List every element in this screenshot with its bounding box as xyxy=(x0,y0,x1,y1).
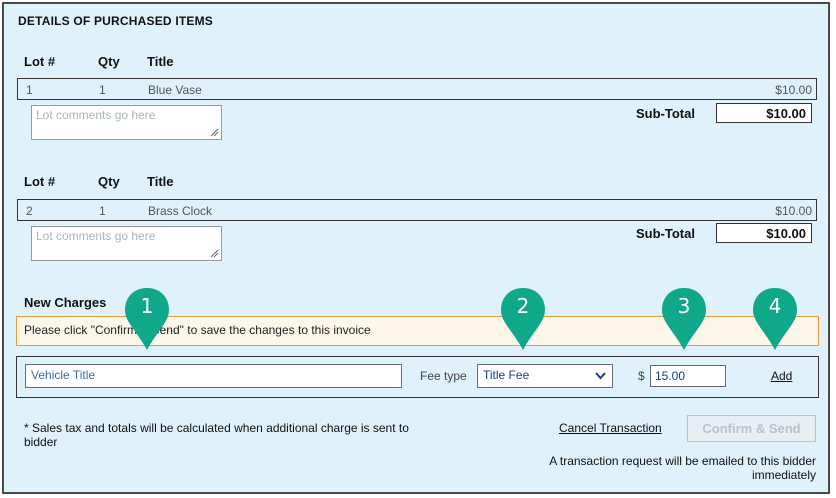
item-row: 1 1 Blue Vase $10.00 xyxy=(17,78,817,100)
column-header-lot: Lot # xyxy=(24,174,56,189)
callout-marker-3: 3 xyxy=(660,286,708,352)
callout-marker-4: 4 xyxy=(751,286,799,352)
resize-grip-icon[interactable] xyxy=(210,128,219,137)
email-note: A transaction request will be emailed to… xyxy=(549,454,816,482)
column-header-lot: Lot # xyxy=(24,54,56,69)
item-lot: 2 xyxy=(26,204,33,218)
column-header-title: Title xyxy=(147,174,174,189)
new-charges-heading: New Charges xyxy=(24,295,107,310)
item-price: $10.00 xyxy=(775,204,812,218)
lot-comment-field[interactable]: Lot comments go here xyxy=(31,226,222,261)
currency-symbol: $ xyxy=(638,369,645,383)
charge-amount-input[interactable]: 15.00 xyxy=(650,365,726,387)
confirm-send-button[interactable]: Confirm & Send xyxy=(687,415,816,442)
item-price: $10.00 xyxy=(775,83,812,97)
section-title: DETAILS OF PURCHASED ITEMS xyxy=(18,14,213,28)
item-qty: 1 xyxy=(99,204,106,218)
item-lot: 1 xyxy=(26,83,33,97)
tax-note: * Sales tax and totals will be calculate… xyxy=(24,421,409,449)
item-title: Brass Clock xyxy=(148,204,213,218)
callout-number: 1 xyxy=(140,294,154,318)
callout-number: 3 xyxy=(677,294,691,318)
subtotal-label: Sub-Total xyxy=(636,106,695,121)
item-qty: 1 xyxy=(99,83,106,97)
column-header-title: Title xyxy=(147,54,174,69)
lot-comment-placeholder: Lot comments go here xyxy=(36,229,156,243)
resize-grip-icon[interactable] xyxy=(210,249,219,258)
charge-description-input[interactable]: Vehicle Title xyxy=(25,364,402,388)
lot-comment-placeholder: Lot comments go here xyxy=(36,108,156,122)
invoice-panel: DETAILS OF PURCHASED ITEMS Lot # Qty Tit… xyxy=(2,2,830,494)
fee-type-label: Fee type xyxy=(420,369,467,383)
fee-type-select[interactable]: Title Fee xyxy=(477,364,613,388)
add-charge-link[interactable]: Add xyxy=(771,369,792,383)
callout-marker-2: 2 xyxy=(499,286,547,352)
callout-number: 4 xyxy=(768,294,782,318)
callout-number: 2 xyxy=(516,294,530,318)
fee-type-selected: Title Fee xyxy=(483,368,530,382)
cancel-transaction-link[interactable]: Cancel Transaction xyxy=(559,421,662,435)
lot-comment-field[interactable]: Lot comments go here xyxy=(31,105,222,140)
column-header-qty: Qty xyxy=(98,174,120,189)
subtotal-value: $10.00 xyxy=(716,223,812,243)
subtotal-value: $10.00 xyxy=(716,103,812,123)
item-title: Blue Vase xyxy=(148,83,202,97)
chevron-down-icon xyxy=(595,372,606,380)
new-charge-form: Vehicle Title Fee type Title Fee $ 15.00… xyxy=(16,356,819,398)
callout-marker-1: 1 xyxy=(123,286,171,352)
subtotal-label: Sub-Total xyxy=(636,226,695,241)
item-row: 2 1 Brass Clock $10.00 xyxy=(17,199,817,221)
column-header-qty: Qty xyxy=(98,54,120,69)
